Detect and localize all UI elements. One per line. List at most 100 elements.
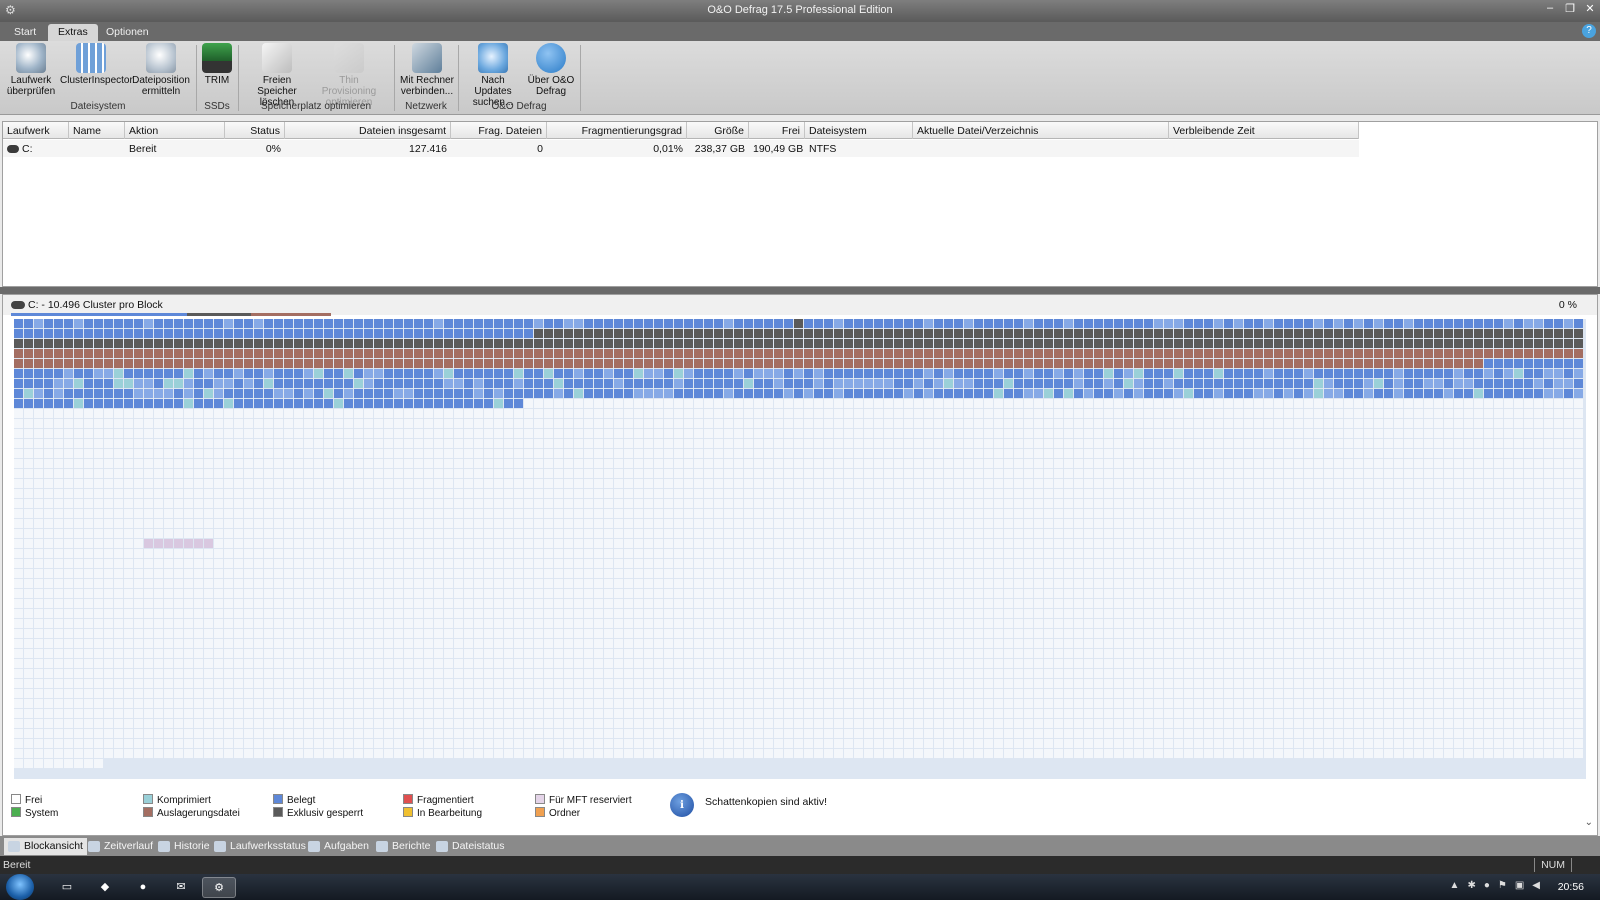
cluster-block — [854, 319, 863, 328]
cluster-block — [1054, 469, 1063, 478]
column-header[interactable]: Verbleibende Zeit — [1169, 122, 1359, 139]
cluster-block — [1394, 519, 1403, 528]
cluster-block — [344, 589, 353, 598]
cluster-block — [924, 369, 933, 378]
cluster-block — [934, 559, 943, 568]
cluster-block — [854, 379, 863, 388]
minimize-icon[interactable]: – — [1544, 2, 1556, 15]
cluster-block — [344, 579, 353, 588]
cluster-block — [1054, 609, 1063, 618]
file-position-icon — [146, 43, 176, 73]
column-header[interactable]: Name — [69, 122, 125, 139]
cluster-block — [1024, 379, 1033, 388]
connect-computer-button[interactable]: Mit Rechner verbinden... — [396, 43, 458, 97]
cluster-block — [784, 559, 793, 568]
cluster-block — [74, 369, 83, 378]
cluster-block — [604, 349, 613, 358]
cluster-block — [994, 469, 1003, 478]
tab-extras[interactable]: Extras — [48, 24, 98, 41]
table-row[interactable]: C: Bereit 0% 127.416 0 0,01% 238,37 GB 1… — [3, 140, 1359, 157]
tab-start[interactable]: Start — [4, 24, 46, 41]
cluster-block — [704, 549, 713, 558]
cluster-block — [794, 609, 803, 618]
cluster-block — [1164, 559, 1173, 568]
column-header[interactable]: Frei — [749, 122, 805, 139]
cluster-block — [1244, 469, 1253, 478]
column-header[interactable]: Aktuelle Datei/Verzeichnis — [913, 122, 1169, 139]
cluster-block — [144, 539, 153, 548]
cluster-block — [134, 409, 143, 418]
cluster-block — [1224, 519, 1233, 528]
cluster-block — [354, 629, 363, 638]
cluster-block — [1054, 549, 1063, 558]
cluster-block — [794, 529, 803, 538]
cluster-block — [644, 539, 653, 548]
cluster-block — [434, 359, 443, 368]
column-header[interactable]: Status — [225, 122, 285, 139]
cluster-block — [1334, 459, 1343, 468]
cluster-block — [224, 459, 233, 468]
column-header[interactable]: Laufwerk — [3, 122, 69, 139]
cluster-block — [714, 379, 723, 388]
cluster-block — [324, 369, 333, 378]
cluster-block — [454, 319, 463, 328]
cluster-block — [654, 389, 663, 398]
cluster-block — [74, 389, 83, 398]
cluster-block — [894, 469, 903, 478]
cluster-block — [164, 459, 173, 468]
column-header[interactable]: Frag. Dateien — [451, 122, 547, 139]
thin-provisioning-button[interactable]: Thin Provisioning optimieren — [318, 43, 380, 108]
cluster-block — [724, 529, 733, 538]
cluster-block — [384, 599, 393, 608]
cluster-block — [1124, 409, 1133, 418]
cluster-block — [1424, 479, 1433, 488]
cluster-block — [354, 319, 363, 328]
cluster-block — [264, 579, 273, 588]
column-header[interactable]: Größe — [687, 122, 749, 139]
cluster-block — [664, 319, 673, 328]
cluster-block — [644, 549, 653, 558]
cluster-block — [1244, 409, 1253, 418]
cluster-block — [1044, 399, 1053, 408]
cluster-block — [924, 609, 933, 618]
cluster-block — [754, 539, 763, 548]
check-updates-button[interactable]: Nach Updates suchen... — [462, 43, 524, 108]
drive-check-button[interactable]: Laufwerk überprüfen — [0, 43, 62, 97]
cluster-block — [1414, 479, 1423, 488]
cluster-block — [924, 519, 933, 528]
free-space-wipe-button[interactable]: Freien Speicher löschen — [246, 43, 308, 108]
tab-optionen[interactable]: Optionen — [96, 24, 159, 41]
maximize-icon[interactable]: ❐ — [1564, 2, 1576, 15]
cluster-block — [1034, 579, 1043, 588]
cluster-block-map[interactable] — [14, 319, 1586, 779]
cluster-inspector-button[interactable]: ClusterInspector — [60, 43, 133, 86]
cluster-block — [654, 469, 663, 478]
column-header[interactable]: Dateisystem — [805, 122, 913, 139]
cluster-block — [24, 449, 33, 458]
about-button[interactable]: Über O&O Defrag — [520, 43, 582, 97]
cluster-block — [244, 379, 253, 388]
cluster-block — [314, 529, 323, 538]
help-icon[interactable]: ? — [1582, 24, 1596, 38]
cluster-block — [174, 399, 183, 408]
cluster-block — [1074, 539, 1083, 548]
cluster-block — [544, 379, 553, 388]
file-position-button[interactable]: Dateiposition ermitteln — [130, 43, 192, 97]
cluster-block — [1514, 599, 1523, 608]
cluster-block — [214, 329, 223, 338]
cluster-block — [1344, 459, 1353, 468]
cluster-block — [1224, 329, 1233, 338]
cluster-block — [954, 429, 963, 438]
column-header[interactable]: Aktion — [125, 122, 225, 139]
cluster-block — [1204, 539, 1213, 548]
column-header[interactable]: Fragmentierungsgrad — [547, 122, 687, 139]
cluster-block — [854, 469, 863, 478]
cluster-block — [904, 519, 913, 528]
cluster-block — [294, 389, 303, 398]
cluster-block — [1274, 599, 1283, 608]
cluster-block — [1564, 489, 1573, 498]
panel-splitter[interactable] — [0, 287, 1600, 294]
cluster-block — [1374, 349, 1383, 358]
column-header[interactable]: Dateien insgesamt — [285, 122, 451, 139]
close-icon[interactable]: ✕ — [1584, 2, 1596, 15]
